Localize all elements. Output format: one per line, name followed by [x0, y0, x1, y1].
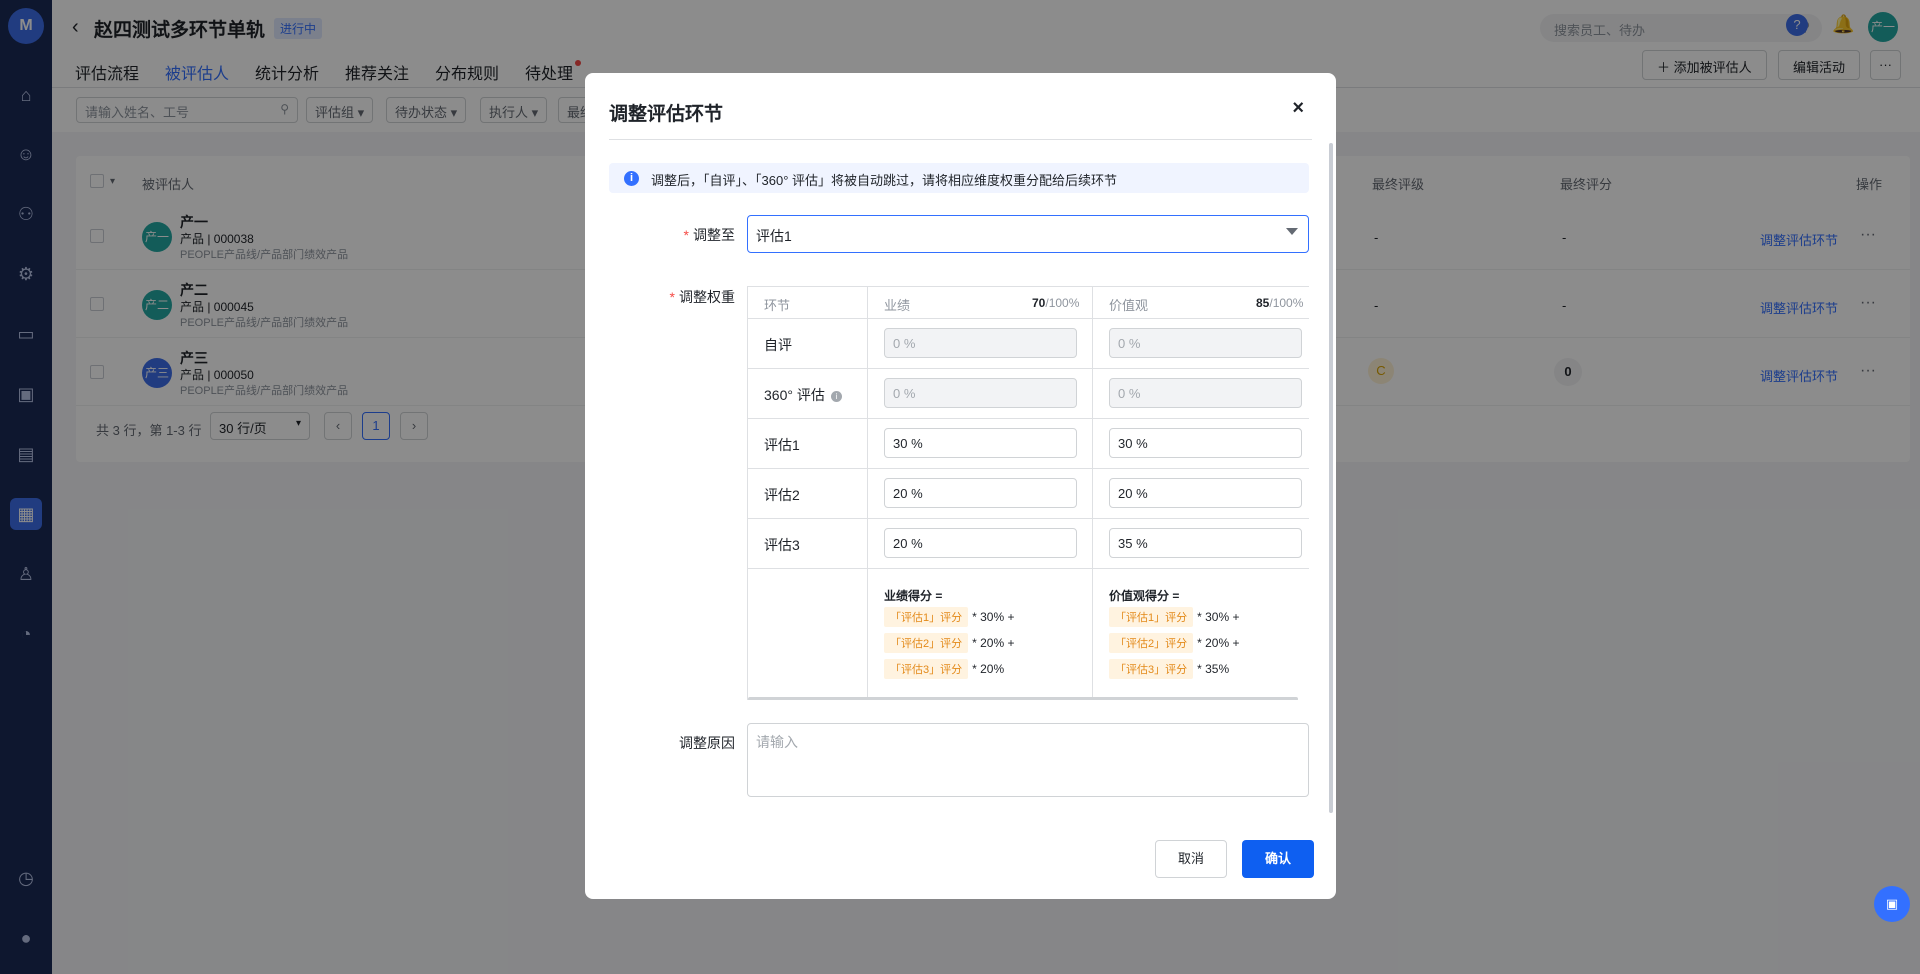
values-weight-input[interactable]: 30 % [1109, 428, 1302, 458]
formula-text: * 35% [1197, 662, 1230, 676]
values-weight-input[interactable]: 20 % [1109, 478, 1302, 508]
stage-name: 评估1 [764, 437, 800, 453]
values-total-max: /100% [1269, 296, 1304, 310]
stage-text: 360° 评估 [764, 387, 825, 403]
weight-text: 调整权重 [679, 289, 735, 305]
stage-name: 360° 评估 i [764, 385, 842, 405]
values-total: 85/100% [1256, 296, 1303, 310]
performance-weight-input[interactable]: 20 % [884, 528, 1077, 558]
formula-line: 「评估2」评分 * 20% + [1109, 633, 1240, 653]
formula-row: 业绩得分 = 「评估1」评分 * 30% + 「评估2」评分 * 20% + 「评估… [748, 569, 1309, 699]
formula-text: * 30% + [1197, 610, 1240, 624]
info-alert: i 调整后，「自评」、「360° 评估」将被自动跳过，请将相应维度权重分配给后续… [609, 163, 1309, 193]
formula-tag: 「评估1」评分 [1109, 607, 1194, 627]
stage-name: 自评 [764, 337, 792, 353]
stage-name: 评估3 [764, 537, 800, 553]
weight-table: 环节 业绩 70/100% 价值观 85/100% 自评 0 % 0 % 360… [747, 286, 1309, 700]
divider [609, 139, 1312, 140]
values-total-value: 85 [1256, 296, 1270, 310]
adjust-to-select[interactable]: 评估1 [747, 215, 1309, 253]
formula-tag: 「评估2」评分 [1109, 633, 1194, 653]
confirm-button[interactable]: 确认 [1242, 840, 1314, 878]
formula-text: * 20% [972, 662, 1005, 676]
formula-line: 「评估1」评分 * 30% + [884, 607, 1015, 627]
horizontal-scrollbar[interactable] [748, 697, 1298, 700]
info-tooltip-icon[interactable]: i [830, 391, 842, 402]
values-weight-input[interactable]: 35 % [1109, 528, 1302, 558]
formula-text: * 20% + [972, 636, 1015, 650]
chat-icon[interactable]: ▣ [1874, 886, 1910, 922]
performance-total-max: /100% [1045, 296, 1080, 310]
values-formula-title: 价值观得分 = [1109, 589, 1180, 603]
stage-name: 评估2 [764, 487, 800, 503]
performance-weight-input: 0 % [884, 328, 1077, 358]
reason-textarea[interactable]: 请输入 [747, 723, 1309, 797]
modal-title: 调整评估环节 [609, 104, 724, 125]
formula-line: 「评估2」评分 * 20% + [884, 633, 1015, 653]
cancel-button[interactable]: 取消 [1155, 840, 1227, 878]
weight-row: 评估2 20 % 20 % [748, 469, 1309, 519]
weight-row: 评估3 20 % 35 % [748, 519, 1309, 569]
col-performance: 业绩 [884, 298, 911, 313]
performance-total: 70/100% [1032, 296, 1079, 310]
performance-total-value: 70 [1032, 296, 1046, 310]
alert-text: 调整后，「自评」、「360° 评估」将被自动跳过，请将相应维度权重分配给后续环节 [651, 173, 1118, 188]
performance-weight-input: 0 % [884, 378, 1077, 408]
column-divider [867, 287, 868, 699]
modal-scrollbar[interactable] [1329, 143, 1333, 813]
performance-weight-input[interactable]: 30 % [884, 428, 1077, 458]
required-mark: * [683, 227, 689, 243]
info-icon: i [624, 171, 639, 186]
formula-text: * 20% + [1197, 636, 1240, 650]
required-mark: * [669, 289, 675, 305]
weight-table-header: 环节 业绩 70/100% 价值观 85/100% [748, 287, 1309, 319]
adjust-stage-modal: 调整评估环节 × i 调整后，「自评」、「360° 评估」将被自动跳过，请将相应… [585, 73, 1336, 899]
values-weight-input: 0 % [1109, 328, 1302, 358]
formula-tag: 「评估1」评分 [884, 607, 969, 627]
formula-text: * 30% + [972, 610, 1015, 624]
values-weight-input: 0 % [1109, 378, 1302, 408]
formula-line: 「评估3」评分 * 20% [884, 659, 1004, 679]
adjust-to-label: * 调整至 [667, 225, 735, 245]
col-stage: 环节 [764, 298, 791, 313]
close-icon[interactable]: × [1292, 97, 1304, 120]
adjust-to-text: 调整至 [693, 227, 735, 243]
formula-line: 「评估1」评分 * 30% + [1109, 607, 1240, 627]
weight-row: 自评 0 % 0 % [748, 319, 1309, 369]
weight-row: 评估1 30 % 30 % [748, 419, 1309, 469]
col-values: 价值观 [1109, 298, 1149, 313]
weight-row: 360° 评估 i 0 % 0 % [748, 369, 1309, 419]
performance-formula-title: 业绩得分 = [884, 589, 943, 603]
chevron-down-icon [1286, 228, 1298, 235]
reason-label: 调整原因 [679, 735, 735, 751]
formula-line: 「评估3」评分 * 35% [1109, 659, 1229, 679]
formula-tag: 「评估2」评分 [884, 633, 969, 653]
formula-tag: 「评估3」评分 [1109, 659, 1194, 679]
formula-tag: 「评估3」评分 [884, 659, 969, 679]
adjust-to-value: 评估1 [756, 228, 792, 244]
weight-label: * 调整权重 [651, 287, 735, 307]
performance-weight-input[interactable]: 20 % [884, 478, 1077, 508]
column-divider [1092, 287, 1093, 699]
